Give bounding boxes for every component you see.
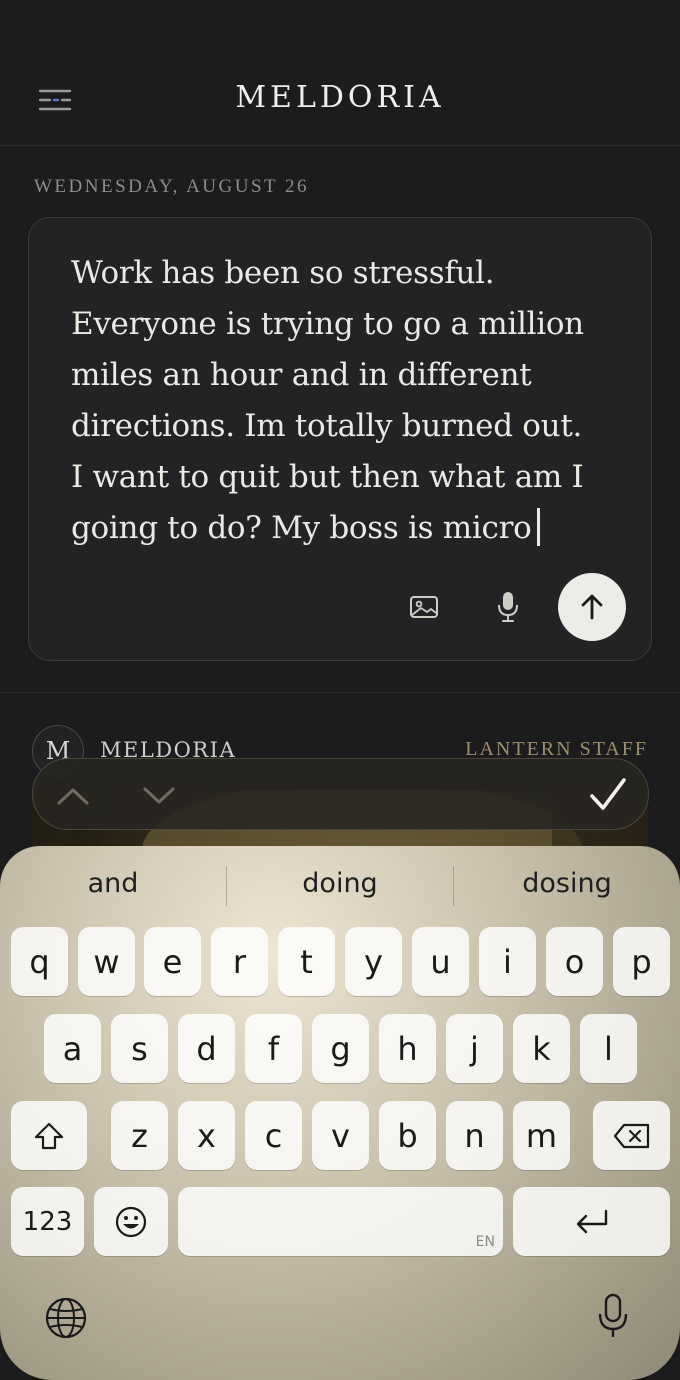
return-key[interactable] — [513, 1187, 670, 1256]
key-a[interactable]: a — [44, 1014, 101, 1083]
key-c[interactable]: c — [245, 1101, 302, 1170]
key-u[interactable]: u — [412, 927, 469, 996]
entry-line: Work has been so stressful. — [71, 255, 495, 291]
key-r[interactable]: r — [211, 927, 268, 996]
language-hint: EN — [475, 1234, 495, 1250]
entry-date: WEDNESDAY, AUGUST 26 — [34, 176, 310, 197]
key-b[interactable]: b — [379, 1101, 436, 1170]
entry-line: Everyone is trying to go a million — [71, 306, 584, 342]
suggestion-item[interactable]: and — [0, 868, 226, 899]
entry-line: miles an hour and in different — [71, 357, 532, 393]
key-l[interactable]: l — [580, 1014, 637, 1083]
key-i[interactable]: i — [479, 927, 536, 996]
key-v[interactable]: v — [312, 1101, 369, 1170]
key-j[interactable]: j — [446, 1014, 503, 1083]
key-n[interactable]: n — [446, 1101, 503, 1170]
keyboard: and doing dosing q w e r t y u i o p a s… — [0, 846, 680, 1380]
key-p[interactable]: p — [613, 927, 670, 996]
entry-line: going to do? My boss is micro — [71, 510, 532, 546]
delete-icon — [613, 1123, 649, 1148]
key-h[interactable]: h — [379, 1014, 436, 1083]
suggestion-item[interactable]: dosing — [454, 868, 680, 899]
return-icon — [576, 1209, 607, 1233]
divider — [0, 692, 680, 693]
key-e[interactable]: e — [144, 927, 201, 996]
entry-text-field[interactable]: Work has been so stressful. Everyone is … — [71, 248, 631, 554]
key-g[interactable]: g — [312, 1014, 369, 1083]
key-y[interactable]: y — [345, 927, 402, 996]
shift-key[interactable] — [11, 1101, 87, 1170]
chevron-down-icon[interactable] — [141, 781, 177, 809]
key-d[interactable]: d — [178, 1014, 235, 1083]
chevron-up-icon[interactable] — [55, 781, 91, 809]
text-caret — [537, 508, 541, 546]
delete-key[interactable] — [593, 1101, 670, 1170]
input-accessory-bar — [32, 758, 649, 830]
key-w[interactable]: w — [78, 927, 135, 996]
checkmark-icon[interactable] — [588, 775, 628, 815]
shift-icon — [34, 1122, 64, 1149]
key-z[interactable]: z — [111, 1101, 168, 1170]
entry-line: I want to quit but then what am I — [71, 459, 584, 495]
microphone-icon[interactable] — [491, 590, 525, 624]
app-title: MELDORIA — [235, 80, 445, 115]
key-t[interactable]: t — [278, 927, 335, 996]
key-k[interactable]: k — [513, 1014, 570, 1083]
entry-line: directions. Im totally burned out. — [71, 408, 583, 444]
numbers-key[interactable]: 123 — [11, 1187, 84, 1256]
top-bar: MELDORIA — [0, 0, 680, 146]
globe-icon[interactable] — [44, 1296, 88, 1340]
key-o[interactable]: o — [546, 927, 603, 996]
arrow-up-icon — [581, 594, 603, 620]
journal-composer[interactable]: Work has been so stressful. Everyone is … — [28, 217, 652, 661]
image-icon[interactable] — [407, 590, 441, 624]
key-s[interactable]: s — [111, 1014, 168, 1083]
key-x[interactable]: x — [178, 1101, 235, 1170]
suggestion-bar: and doing dosing — [0, 846, 680, 926]
key-m[interactable]: m — [513, 1101, 570, 1170]
suggestion-item[interactable]: doing — [227, 868, 453, 899]
send-button[interactable] — [558, 573, 626, 641]
microphone-icon[interactable] — [596, 1292, 630, 1340]
space-key[interactable]: EN — [178, 1187, 503, 1256]
key-q[interactable]: q — [11, 927, 68, 996]
key-f[interactable]: f — [245, 1014, 302, 1083]
entry-line-last: going to do? My boss is micro — [71, 503, 631, 554]
emoji-key[interactable] — [94, 1187, 168, 1256]
emoji-icon — [115, 1206, 147, 1237]
